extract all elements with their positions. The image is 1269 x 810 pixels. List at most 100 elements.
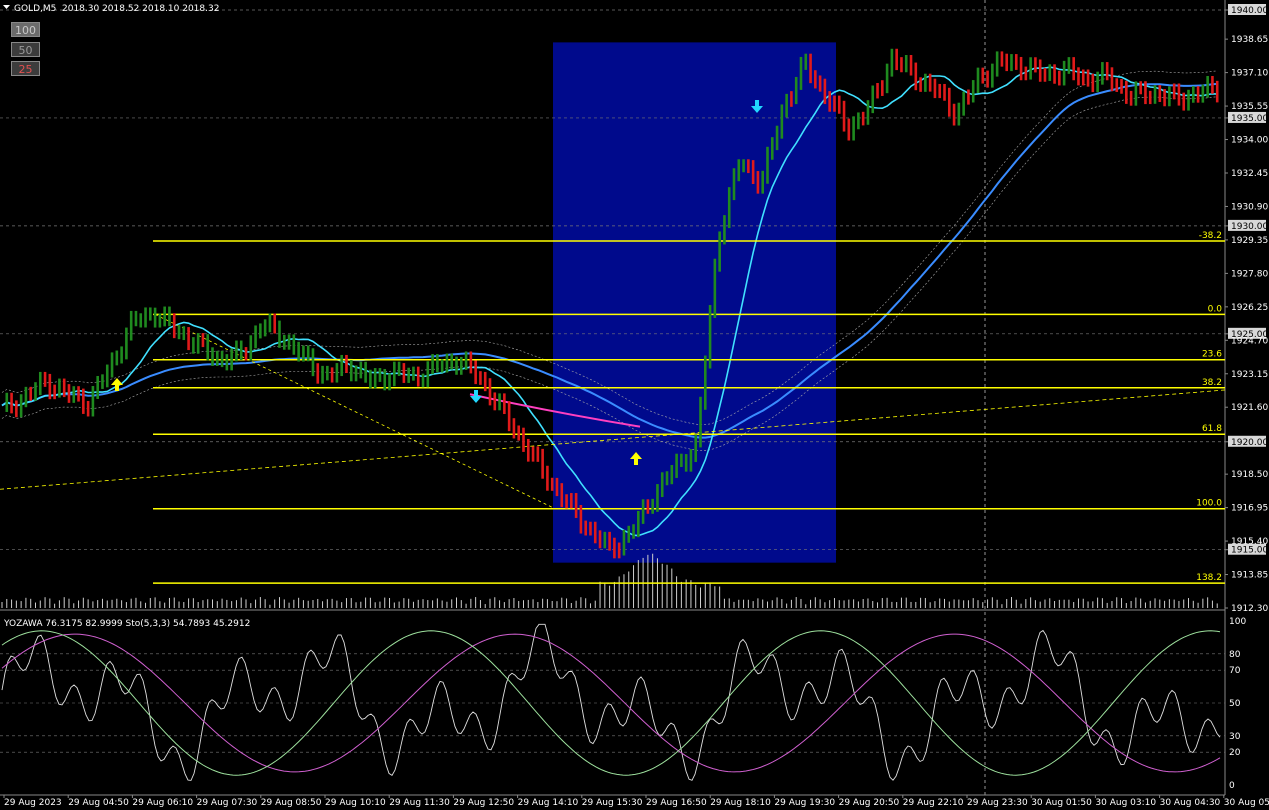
price-bar [378,368,382,382]
price-bar [962,91,965,116]
price-bar [881,80,884,96]
fib-label: -38.2 [1199,231,1222,241]
price-bar [637,510,640,538]
price-bar [1148,90,1152,105]
price-bar [498,393,501,411]
price-bar [761,170,765,194]
price-bar [440,359,444,373]
price-bar [857,112,860,130]
price-bar [1086,69,1090,87]
price-bar [101,374,104,389]
price-bar [206,334,210,361]
price-bar [302,345,305,362]
price-bar [1091,73,1095,93]
price-bar [43,371,47,387]
price-bar [306,345,310,362]
price-tick-label: 1932.45 [1231,169,1268,179]
price-bar [273,313,277,334]
price-bar [153,307,157,328]
price-bar [67,384,71,403]
price-bar [1129,90,1133,106]
price-bar [790,91,793,107]
price-tick-label: 1940.00 [1231,6,1268,16]
zoom-50-button[interactable]: 50 [11,42,40,57]
time-tick-label: 30 Aug 05:50 [1224,798,1269,808]
price-bar [794,76,798,105]
price-tick-label: 1927.80 [1231,269,1268,279]
price-bar [5,392,9,412]
price-bar [144,307,147,328]
price-bar [646,499,650,514]
price-bar [713,258,717,318]
price-bar [230,348,233,371]
price-bar [235,340,238,362]
price-bar [852,116,855,141]
price-bar [1000,51,1004,67]
price-bar [871,85,875,114]
price-bar [613,537,616,559]
price-bar [847,118,851,141]
price-bar [708,305,712,369]
osc-level-label: 80 [1229,650,1241,660]
price-bar [48,373,52,400]
price-bar [1144,81,1147,105]
price-bar [263,319,267,337]
price-bar [196,333,200,354]
price-bar [895,48,898,71]
price-bar [354,365,358,382]
price-bar [1172,83,1176,100]
price-tick-label: 1938.65 [1231,35,1268,45]
price-bar [928,73,932,92]
price-bar [464,351,468,370]
price-bar [584,520,587,536]
price-bar [416,366,420,387]
price-bar [747,159,750,174]
price-bar [565,494,568,509]
time-tick-label: 30 Aug 04:30 [1160,798,1221,808]
price-bar [1014,54,1018,70]
price-bar [1072,57,1075,81]
price-bar [799,56,803,90]
price-bar [589,521,592,536]
price-bar [742,159,745,173]
price-bar [1211,75,1214,94]
price-bar [914,62,918,91]
price-bar [62,378,66,398]
price-bar [479,371,482,385]
price-bar [689,449,693,472]
price-bar [77,386,80,402]
price-bar [192,337,195,354]
price-bar [670,465,674,485]
price-bar [632,524,635,539]
price-bar [1029,57,1032,80]
price-bar [718,231,721,272]
price-bar [455,356,458,375]
fib-label: 23.6 [1202,350,1222,360]
price-bar [1153,85,1157,104]
zoom-100-button[interactable]: 100 [11,22,40,37]
zoom-25-button[interactable]: 25 [11,61,40,76]
osc-level-label: 20 [1229,748,1241,758]
price-bar [316,363,320,384]
price-chart[interactable]: -38.2 0.0 23.6 38.2 61.8 100.0 138.2 100 80 70 50… [0,0,1269,810]
price-bar [775,125,779,151]
time-tick-label: 29 Aug 22:10 [903,798,964,808]
price-bar [512,418,516,439]
price-bar [172,313,176,339]
price-bar [842,100,846,132]
price-bar [608,531,611,551]
price-tick-label: 1912.30 [1231,604,1268,614]
price-bar [938,83,942,99]
price-bar [215,350,219,366]
fib-label: 38.2 [1202,378,1222,388]
price-bar [1201,84,1205,103]
price-bar [483,371,487,392]
time-tick-label: 29 Aug 04:50 [68,798,129,808]
price-bar [1177,83,1181,106]
price-bar [72,386,76,403]
price-bar [546,465,549,491]
price-tick-label: 1918.50 [1231,470,1268,480]
price-bar [1215,80,1219,103]
price-bar [1191,86,1195,103]
price-bar [29,386,33,401]
